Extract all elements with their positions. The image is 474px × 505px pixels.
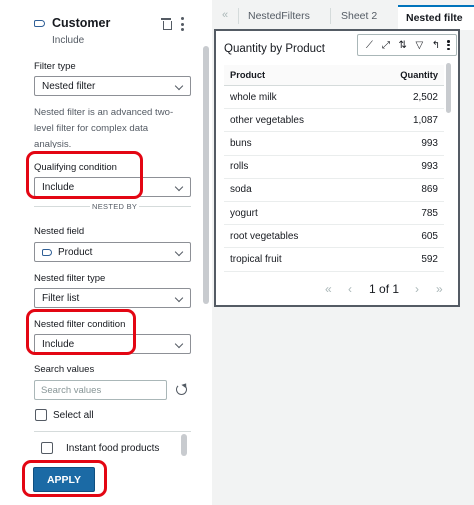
column-header-product[interactable]: Product — [224, 70, 374, 80]
cell-product: root vegetables — [230, 230, 299, 242]
nested-filter-condition-label: Nested filter condition — [34, 319, 126, 330]
nested-field-label: Nested field — [34, 226, 85, 237]
nested-filter-condition-value: Include — [42, 339, 75, 350]
nested-by-divider: NESTED BY — [34, 202, 191, 211]
tab-nestedfilters[interactable]: NestedFilters — [248, 10, 310, 22]
column-header-quantity[interactable]: Quantity — [374, 70, 444, 80]
qualifying-condition-label: Qualifying condition — [34, 162, 117, 173]
cell-quantity: 1,087 — [412, 114, 438, 126]
expand-icon[interactable]: ⤢ — [380, 40, 391, 51]
more-options-icon[interactable] — [180, 17, 184, 31]
dimension-field-icon — [34, 19, 45, 27]
filter-panel: Customer Include Filter type Nested filt… — [0, 0, 210, 505]
nested-by-label: NESTED BY — [90, 202, 140, 211]
page-indicator: 1 of 1 — [369, 282, 399, 296]
cell-quantity: 592 — [421, 253, 438, 265]
cell-quantity: 785 — [421, 207, 438, 219]
page-current: 1 — [369, 282, 376, 296]
cell-product: soda — [230, 184, 252, 196]
tab-separator — [330, 8, 331, 24]
table-row[interactable]: bottled water539 — [224, 272, 444, 275]
filter-type-label: Filter type — [34, 61, 76, 72]
cell-quantity: 605 — [421, 230, 438, 242]
select-all-checkbox[interactable] — [35, 409, 47, 421]
cell-product: yogurt — [230, 207, 258, 219]
cell-product: other vegetables — [230, 114, 304, 126]
tab-nested-filter-active[interactable]: Nested filte — [398, 5, 474, 30]
delete-icon[interactable] — [161, 18, 172, 30]
next-page-icon[interactable]: › — [415, 282, 419, 296]
cell-product: buns — [230, 137, 252, 149]
table-row[interactable]: yogurt 785 — [224, 202, 444, 226]
visual-toolbar: ⟋ ⤢ ⇅ ▽ ↰ — [357, 34, 457, 56]
table-pager: « ‹ 1 of 1 › » — [214, 280, 460, 300]
dimension-field-icon — [42, 248, 52, 256]
qualifying-condition-value: Include — [42, 182, 75, 193]
table-visual[interactable]: Quantity by Product ⟋ ⤢ ⇅ ▽ ↰ Product Qu… — [214, 29, 460, 307]
nested-filter-type-value: Filter list — [42, 293, 80, 304]
filter-header[interactable]: Customer — [34, 16, 110, 30]
filter-icon[interactable]: ▽ — [414, 40, 425, 51]
undo-drill-icon[interactable]: ↰ — [430, 40, 441, 51]
cell-quantity: 993 — [421, 161, 438, 173]
table-row[interactable]: root vegetables 605 — [224, 225, 444, 249]
panel-scrollbar[interactable] — [203, 46, 209, 304]
tab-nested-filter-label: Nested filte — [406, 12, 463, 24]
filter-field-subtitle: Include — [52, 35, 85, 46]
table-row[interactable]: rolls 993 — [224, 156, 444, 179]
table-row[interactable]: buns 993 — [224, 132, 444, 156]
list-item-label: Instant food products — [66, 443, 160, 454]
filter-field-name: Customer — [52, 16, 111, 30]
tab-sheet-2[interactable]: Sheet 2 — [341, 10, 377, 22]
cell-quantity: 993 — [421, 137, 438, 149]
cell-product: whole milk — [230, 91, 277, 103]
page-total: of 1 — [379, 282, 400, 296]
scroll-tabs-left-icon[interactable]: « — [222, 9, 228, 21]
search-placeholder: Search values — [41, 385, 102, 396]
nested-field-value: Product — [58, 247, 93, 258]
table-header: Product Quantity — [224, 65, 444, 86]
qualifying-condition-select[interactable]: Include — [34, 177, 191, 197]
refresh-icon[interactable] — [176, 384, 187, 395]
table-row[interactable]: other vegetables 1,087 — [224, 109, 444, 133]
nested-filter-condition-select[interactable]: Include — [34, 334, 191, 354]
select-all-label: Select all — [53, 410, 94, 421]
cell-product: tropical fruit — [230, 253, 282, 265]
filter-type-select[interactable]: Nested filter — [34, 76, 191, 96]
last-page-icon[interactable]: » — [436, 282, 443, 296]
table-row[interactable]: tropical fruit 592 — [224, 248, 444, 272]
table-scrollbar[interactable] — [446, 63, 451, 113]
apply-button[interactable]: APPLY — [33, 467, 95, 492]
previous-page-icon[interactable]: ‹ — [348, 282, 352, 296]
filter-description: Nested filter is an advanced two-level f… — [34, 107, 174, 148]
visual-menu-icon[interactable] — [447, 40, 450, 50]
search-values-label: Search values — [34, 364, 95, 375]
nested-field-select[interactable]: Product — [34, 242, 191, 262]
filter-type-value: Nested filter — [42, 81, 96, 92]
list-item-checkbox[interactable] — [41, 442, 53, 454]
sort-icon[interactable]: ⇅ — [397, 40, 408, 51]
cell-product: rolls — [230, 161, 249, 173]
format-visual-icon[interactable]: ⟋ — [364, 40, 375, 51]
search-values-input[interactable]: Search values — [34, 380, 167, 400]
list-scrollbar[interactable] — [181, 434, 187, 456]
nested-filter-type-label: Nested filter type — [34, 273, 106, 284]
first-page-icon[interactable]: « — [325, 282, 332, 296]
table-row[interactable]: soda 869 — [224, 179, 444, 202]
cell-quantity: 869 — [421, 184, 438, 196]
nested-filter-type-select[interactable]: Filter list — [34, 288, 191, 308]
tab-separator — [238, 8, 239, 24]
data-table: Product Quantity whole milk 2,502 other ve… — [224, 65, 444, 274]
visual-title: Quantity by Product — [224, 43, 325, 55]
cell-quantity: 2,502 — [412, 91, 438, 103]
table-row[interactable]: whole milk 2,502 — [224, 86, 444, 110]
